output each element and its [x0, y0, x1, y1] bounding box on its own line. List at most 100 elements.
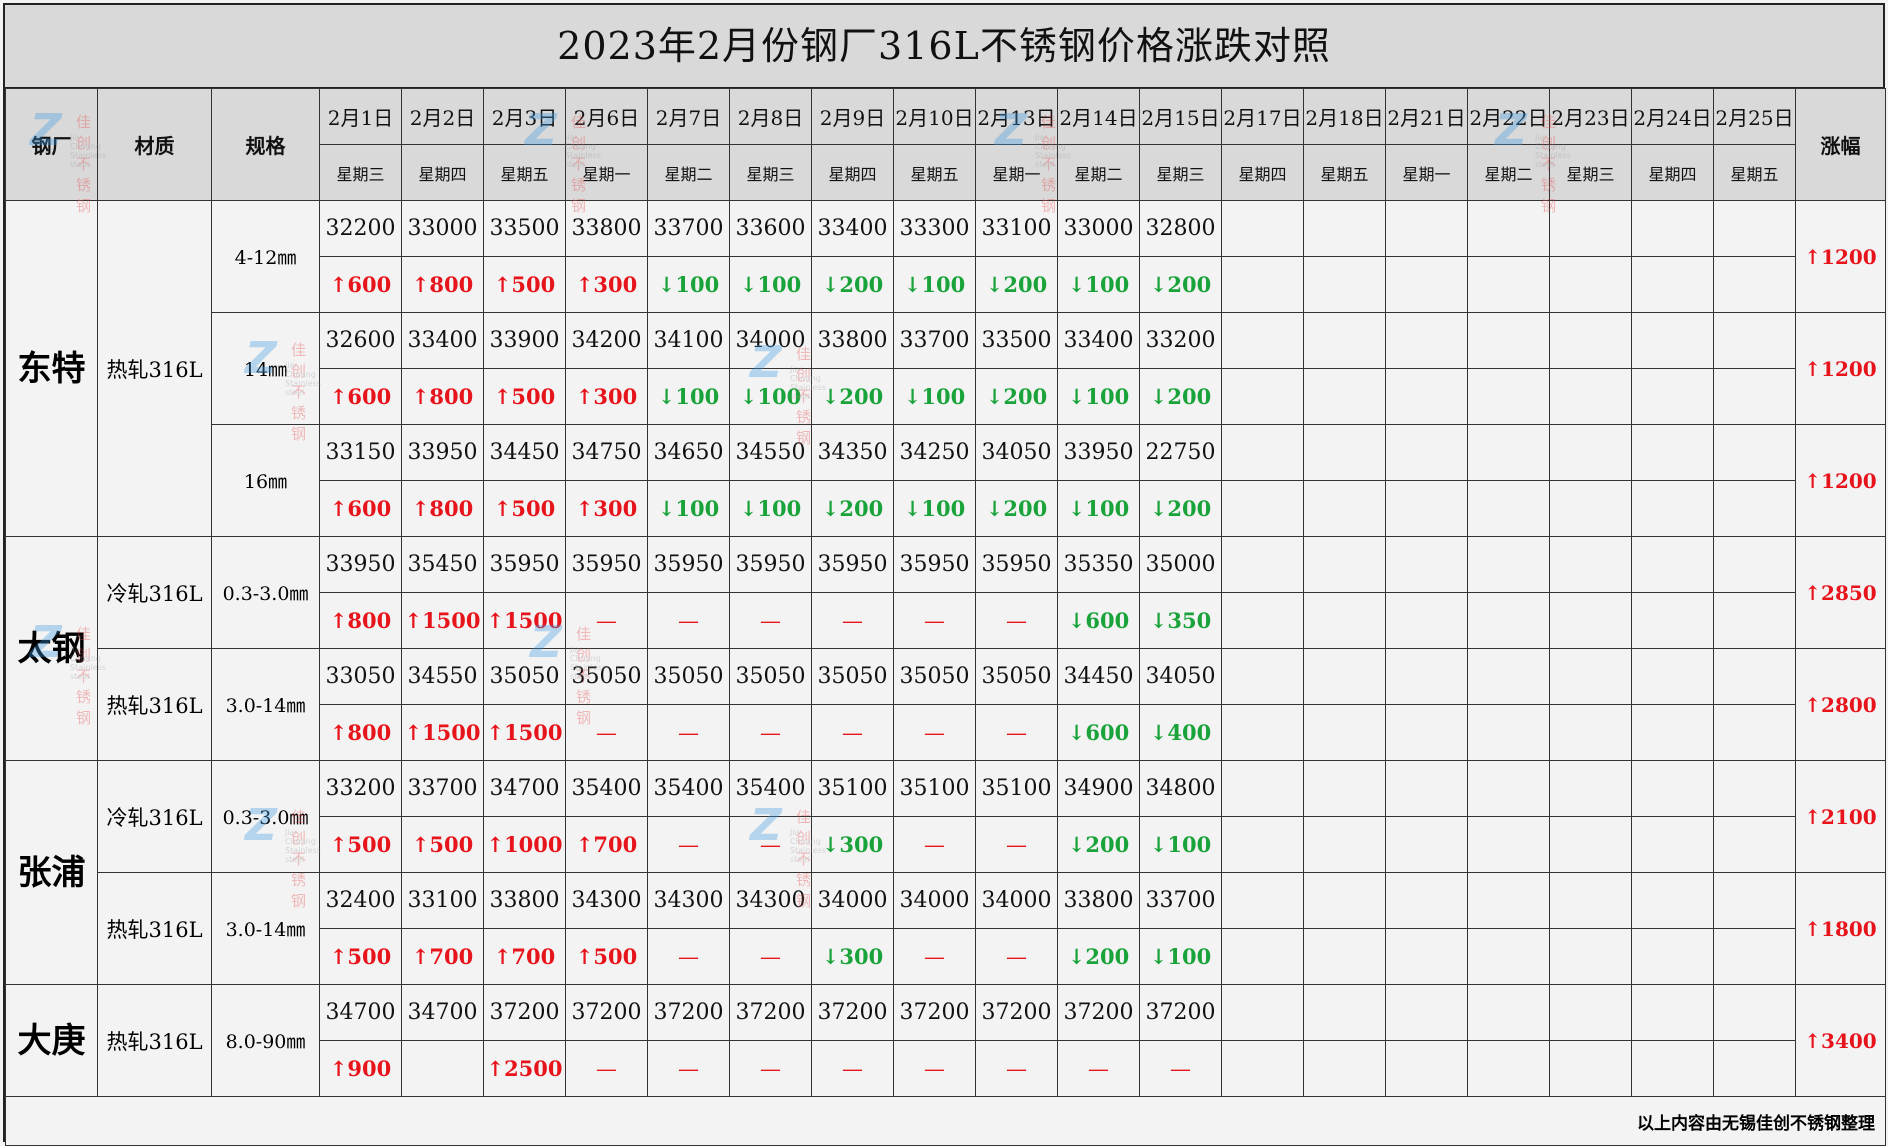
empty-cell: [1631, 816, 1714, 873]
price-cell: 33000: [1057, 200, 1140, 257]
change-cell: —: [1139, 1040, 1222, 1097]
table-row-price: 张浦 冷轧316L 0.3-3.0㎜ 33200 33700 34700 35400 3540…: [5, 760, 1886, 985]
empty-cell: [1549, 424, 1632, 481]
price-cell: 34350: [811, 424, 894, 481]
material-name: 冷轧316L: [97, 536, 212, 649]
change-cell: ↑700: [565, 816, 648, 873]
empty-cell: [1221, 536, 1304, 593]
mill-name: 张浦: [5, 760, 98, 985]
change-cell: —: [565, 1040, 648, 1097]
price-cell: 34000: [893, 872, 976, 929]
price-sheet: 2023年2月份钢厂316L不锈钢价格涨跌对照 钢厂 材质 规格 2月1日 2月2…: [3, 3, 1886, 1146]
price-cell: 35350: [1057, 536, 1140, 593]
page-title: 2023年2月份钢厂316L不锈钢价格涨跌对照: [5, 5, 1883, 88]
change-cell: —: [975, 704, 1058, 761]
empty-cell: [1467, 536, 1550, 593]
empty-cell: [1631, 648, 1714, 705]
price-cell: 33800: [811, 312, 894, 369]
empty-cell: [1713, 984, 1796, 1041]
empty-cell: [1549, 928, 1632, 985]
empty-cell: [1631, 1040, 1714, 1097]
header-weekday: 星期五: [1303, 144, 1386, 201]
empty-cell: [1385, 200, 1468, 257]
header-date: 2月17日: [1221, 88, 1304, 145]
empty-cell: [1385, 424, 1468, 481]
empty-cell: [1221, 816, 1304, 873]
change-cell: —: [893, 592, 976, 649]
price-cell: 33950: [319, 536, 402, 593]
change-cell: ↓600: [1057, 592, 1140, 649]
empty-cell: [1467, 984, 1550, 1041]
change-cell: ↓100: [647, 256, 730, 313]
change-cell: —: [811, 592, 894, 649]
change-cell: —: [729, 704, 812, 761]
empty-cell: [1467, 312, 1550, 369]
empty-cell: [1549, 760, 1632, 817]
material-name: 热轧316L: [97, 984, 212, 1097]
price-cell: 22750: [1139, 424, 1222, 481]
table-header: 钢厂 材质 规格 2月1日 2月2日 2月3日 2月6日 2月7日 2月8日 2月9日 2月1…: [5, 88, 1886, 201]
header-date: 2月2日: [401, 88, 484, 145]
header-date: 2月13日: [975, 88, 1058, 145]
price-cell: 35950: [483, 536, 566, 593]
header-date: 2月23日: [1549, 88, 1632, 145]
change-cell: ↑700: [483, 928, 566, 985]
empty-cell: [1549, 536, 1632, 593]
empty-cell: [1303, 984, 1386, 1041]
price-table: 钢厂 材质 规格 2月1日 2月2日 2月3日 2月6日 2月7日 2月8日 2月9日 2月1…: [5, 88, 1886, 1146]
empty-cell: [1631, 872, 1714, 929]
change-cell: —: [893, 1040, 976, 1097]
change-cell: ↑800: [319, 704, 402, 761]
empty-cell: [1221, 256, 1304, 313]
change-cell: [401, 1040, 484, 1097]
price-cell: 35050: [893, 648, 976, 705]
empty-cell: [1221, 200, 1304, 257]
empty-cell: [1385, 704, 1468, 761]
change-cell: ↓200: [1139, 480, 1222, 537]
price-cell: 34550: [401, 648, 484, 705]
change-cell: ↓100: [1139, 816, 1222, 873]
table-row-price: 东特 热轧316L 4-12㎜ 32200 33000 33500 33800 33700 33…: [5, 200, 1886, 537]
empty-cell: [1631, 536, 1714, 593]
price-cell: 37200: [975, 984, 1058, 1041]
header-date: 2月21日: [1385, 88, 1468, 145]
header-material: 材质: [97, 88, 212, 201]
change-cell: ↓200: [975, 368, 1058, 425]
empty-cell: [1713, 592, 1796, 649]
header-weekday: 星期四: [811, 144, 894, 201]
price-cell: 34900: [1057, 760, 1140, 817]
change-cell: ↓350: [1139, 592, 1222, 649]
empty-cell: [1303, 816, 1386, 873]
change-cell: —: [565, 704, 648, 761]
empty-cell: [1221, 1040, 1304, 1097]
price-cell: 34550: [729, 424, 812, 481]
empty-cell: [1303, 200, 1386, 257]
change-cell: ↑500: [319, 816, 402, 873]
empty-cell: [1549, 592, 1632, 649]
price-cell: 34700: [483, 760, 566, 817]
header-spec: 规格: [211, 88, 320, 201]
header-date: 2月22日: [1467, 88, 1550, 145]
empty-cell: [1631, 368, 1714, 425]
price-cell: 33600: [729, 200, 812, 257]
change-cell: ↑800: [401, 368, 484, 425]
price-cell: 33800: [483, 872, 566, 929]
empty-cell: [1713, 536, 1796, 593]
empty-cell: [1549, 1040, 1632, 1097]
price-cell: 34300: [729, 872, 812, 929]
change-cell: —: [729, 592, 812, 649]
price-cell: 34300: [565, 872, 648, 929]
empty-cell: [1467, 928, 1550, 985]
empty-cell: [1549, 480, 1632, 537]
spec-value: 3.0-14㎜: [211, 872, 320, 985]
empty-cell: [1385, 312, 1468, 369]
header-weekday: 星期一: [1385, 144, 1468, 201]
change-cell: ↑800: [401, 256, 484, 313]
change-cell: —: [729, 928, 812, 985]
empty-cell: [1467, 760, 1550, 817]
total-change: ↑3400: [1795, 984, 1886, 1097]
change-cell: ↓100: [1057, 368, 1140, 425]
change-cell: ↑300: [565, 368, 648, 425]
price-cell: 32600: [319, 312, 402, 369]
change-cell: —: [647, 592, 730, 649]
